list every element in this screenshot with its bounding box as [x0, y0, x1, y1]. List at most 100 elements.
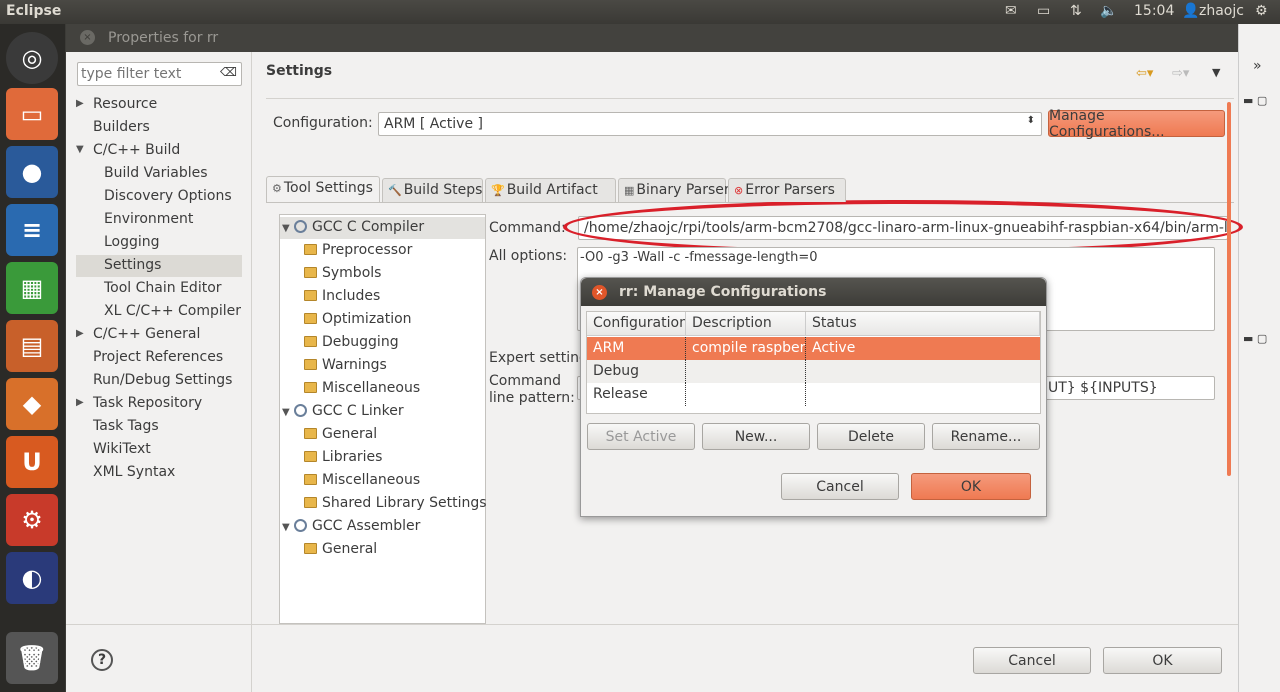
table-row[interactable]: ARMcompile raspberry Active — [587, 337, 1040, 360]
ubuntu-one-icon[interactable]: U — [6, 436, 58, 488]
divider — [266, 98, 1234, 99]
tool-tree-item[interactable]: Warnings — [280, 355, 485, 377]
modal-delete-button[interactable]: Delete — [817, 423, 925, 450]
tool-tree-item[interactable]: Optimization — [280, 309, 485, 331]
tab-label: Tool Settings — [283, 180, 373, 196]
nav-item-label: XL C/C++ Compiler — [104, 303, 242, 319]
network-icon[interactable]: ⇅ — [1070, 3, 1082, 19]
table-row[interactable]: Debug — [587, 360, 1040, 383]
tool-tree-item[interactable]: ▼ GCC Assembler — [280, 516, 485, 538]
tool-tree-label: Includes — [322, 288, 381, 304]
nav-item[interactable]: Logging — [76, 232, 242, 254]
tool-tree-item[interactable]: ▼ GCC C Linker — [280, 401, 485, 423]
nav-item[interactable]: Build Variables — [76, 163, 242, 185]
help-icon[interactable]: ? — [91, 649, 113, 671]
column-header[interactable]: Status — [806, 312, 1040, 335]
tab-binary-parsers[interactable]: ▦ Binary Parsers — [618, 178, 737, 202]
mail-icon[interactable]: ✉ — [1005, 3, 1017, 19]
volume-icon[interactable]: 🔈 — [1100, 3, 1117, 19]
nav-item[interactable]: ▼ C/C++ Build — [76, 140, 242, 162]
tool-tree-item[interactable]: General — [280, 539, 485, 561]
modal-cancel-button[interactable]: Cancel — [781, 473, 899, 500]
modal-rename-button[interactable]: Rename... — [932, 423, 1040, 450]
nav-item[interactable]: XML Syntax — [76, 462, 242, 484]
system-settings-icon[interactable]: ⚙ — [6, 494, 58, 546]
tool-tree-item[interactable]: General — [280, 424, 485, 446]
tool-tree-label: Optimization — [322, 311, 412, 327]
clock[interactable]: 15:04 — [1134, 3, 1174, 19]
modal-ok-button[interactable]: OK — [911, 473, 1031, 500]
column-header[interactable]: Description — [686, 312, 806, 335]
expand-icon[interactable]: ▶ — [76, 98, 88, 109]
tool-tree-label: Warnings — [322, 357, 387, 373]
eclipse-icon[interactable]: ◐ — [6, 552, 58, 604]
trash-icon[interactable]: 🗑 — [6, 632, 58, 684]
column-header[interactable]: Configuration — [587, 312, 686, 335]
minimize-maximize-icon[interactable]: ▬ ▢ — [1243, 94, 1267, 107]
expand-icon[interactable]: ▶ — [76, 328, 88, 339]
nav-item[interactable]: ▶ Resource — [76, 94, 242, 116]
manage-configurations-button[interactable]: Manage Configurations... — [1048, 108, 1225, 140]
ubuntu-dash-icon[interactable]: ◎ — [6, 32, 58, 84]
tool-tree-item[interactable]: Shared Library Settings — [280, 493, 487, 515]
close-icon[interactable]: × — [592, 285, 607, 300]
nav-item[interactable]: Project References — [76, 347, 242, 369]
tab-build-steps[interactable]: 🔨 Build Steps — [382, 178, 483, 202]
tool-tree-item[interactable]: Libraries — [280, 447, 485, 469]
nav-item[interactable]: WikiText — [76, 439, 242, 461]
close-icon[interactable]: × — [80, 30, 95, 45]
nav-item[interactable]: Environment — [76, 209, 242, 231]
modal-new-button[interactable]: New... — [702, 423, 810, 450]
nav-item[interactable]: Discovery Options — [76, 186, 242, 208]
user-icon: 👤 — [1182, 3, 1200, 19]
expand-icon[interactable]: ▼ — [76, 144, 88, 155]
tool-tree-item[interactable]: Preprocessor — [280, 240, 485, 262]
nav-item-label: Settings — [104, 257, 162, 273]
expand-icon[interactable]: ▼ — [282, 223, 294, 234]
nav-item[interactable]: Task Tags — [76, 416, 242, 438]
software-center-icon[interactable]: ◆ — [6, 378, 58, 430]
forward-icon[interactable]: ⇨▾ — [1172, 66, 1189, 81]
cancel-button[interactable]: Cancel — [973, 647, 1091, 674]
more-views-icon[interactable]: » — [1253, 58, 1262, 74]
modal-setactive-button[interactable]: Set Active — [587, 423, 695, 450]
tool-tree-item[interactable]: Miscellaneous — [280, 378, 485, 400]
user-name[interactable]: zhaojc — [1199, 3, 1244, 19]
power-gear-icon[interactable]: ⚙ — [1255, 3, 1268, 19]
writer-icon[interactable]: ≡ — [6, 204, 58, 256]
ok-button[interactable]: OK — [1103, 647, 1222, 674]
modal-title: rr: Manage Configurations — [619, 284, 827, 300]
scrollbar[interactable] — [1227, 102, 1231, 476]
tab-tool-settings[interactable]: ⚙ Tool Settings — [266, 176, 380, 202]
table-row[interactable]: Release — [587, 383, 1040, 406]
nav-item[interactable]: Settings — [76, 255, 242, 277]
nav-item[interactable]: Builders — [76, 117, 242, 139]
tool-tree-item[interactable]: Includes — [280, 286, 485, 308]
nav-item[interactable]: Tool Chain Editor — [76, 278, 242, 300]
nav-item[interactable]: ▶ Task Repository — [76, 393, 242, 415]
tool-tree-item[interactable]: Miscellaneous — [280, 470, 485, 492]
binary-parsers-icon: ▦ — [624, 184, 635, 197]
nav-item[interactable]: ▶ C/C++ General — [76, 324, 242, 346]
calc-icon[interactable]: ▦ — [6, 262, 58, 314]
battery-icon[interactable]: ▭ — [1037, 3, 1050, 19]
expand-icon[interactable]: ▼ — [282, 522, 294, 533]
modal-titlebar: × rr: Manage Configurations — [581, 278, 1046, 306]
tool-tree-item[interactable]: Debugging — [280, 332, 485, 354]
configuration-select[interactable]: ARM [ Active ] ⬍ — [378, 112, 1042, 136]
tab-error-parsers[interactable]: ⊗ Error Parsers — [728, 178, 846, 202]
tab-build-artifact[interactable]: 🏆 Build Artifact — [485, 178, 616, 202]
table-cell: Debug — [587, 360, 686, 383]
minimize-maximize-icon[interactable]: ▬ ▢ — [1243, 332, 1267, 345]
back-icon[interactable]: ⇦▾ — [1136, 66, 1153, 81]
expand-icon[interactable]: ▼ — [282, 407, 294, 418]
nav-item[interactable]: XL C/C++ Compiler — [76, 301, 242, 323]
impress-icon[interactable]: ▤ — [6, 320, 58, 372]
tool-tree-item[interactable]: ▼ GCC C Compiler — [280, 217, 485, 239]
tool-tree-item[interactable]: Symbols — [280, 263, 485, 285]
firefox-icon[interactable]: ● — [6, 146, 58, 198]
expand-icon[interactable]: ▶ — [76, 397, 88, 408]
nav-item[interactable]: Run/Debug Settings — [76, 370, 242, 392]
files-icon[interactable]: ▭ — [6, 88, 58, 140]
menu-chevron-down-icon[interactable]: ▼ — [1212, 66, 1220, 79]
